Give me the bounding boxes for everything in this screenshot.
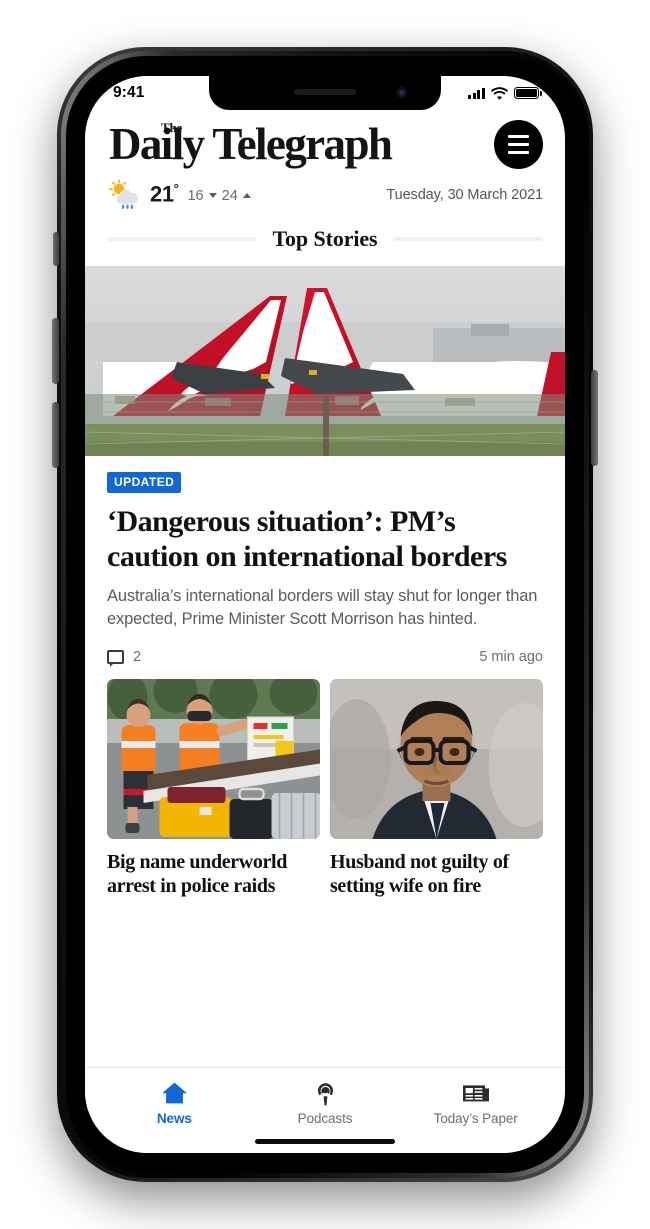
date-label: Tuesday, 30 March 2021 (386, 186, 543, 203)
newspaper-icon (462, 1080, 490, 1106)
arrow-up-icon (242, 193, 251, 198)
tab-podcasts[interactable]: Podcasts (250, 1068, 401, 1131)
lead-headline[interactable]: ‘Dangerous situation’: PM’s caution on i… (107, 504, 543, 575)
temp-value: 21 (150, 181, 174, 207)
tab-news-label: News (156, 1111, 192, 1126)
divider-left (107, 237, 258, 241)
divider-right (392, 237, 543, 241)
tab-todays-paper[interactable]: Today’s Paper (400, 1068, 551, 1131)
hamburger-menu-icon[interactable] (494, 120, 543, 169)
story-card-title[interactable]: Husband not guilty of setting wife on fi… (330, 850, 543, 899)
current-temperature: 21° (150, 181, 179, 207)
arrow-down-icon (208, 193, 217, 198)
weather-and-date-bar: 21° 16 24 Tuesday, 30 March 2021 (85, 169, 565, 210)
logo-main-text: Daily Telegraph (109, 119, 393, 169)
front-camera (396, 87, 407, 98)
battery-full-icon (514, 87, 542, 99)
logo-the-text: The (161, 120, 183, 135)
degree-symbol: ° (173, 181, 179, 197)
max-temperature: 24 (221, 187, 238, 204)
story-card-image[interactable] (107, 678, 320, 839)
timestamp: 5 min ago (479, 648, 543, 665)
section-header: Top Stories (85, 210, 565, 266)
comment-count: 2 (133, 648, 142, 665)
story-card-title[interactable]: Big name underworld arrest in police rai… (107, 850, 320, 899)
wifi-icon (491, 86, 508, 100)
lead-story[interactable]: UPDATED ‘Dangerous situation’: PM’s caut… (85, 456, 565, 679)
min-temperature: 16 (187, 187, 204, 204)
lead-meta: 2 5 min ago (107, 649, 543, 679)
story-card[interactable]: Big name underworld arrest in police rai… (107, 678, 320, 899)
lead-story-image[interactable] (85, 266, 565, 456)
section-title: Top Stories (272, 226, 378, 251)
podcast-microphone-icon (313, 1080, 338, 1106)
volume-up-button[interactable] (52, 318, 59, 384)
cellular-signal-icon (467, 87, 485, 99)
tab-news[interactable]: News (99, 1068, 250, 1131)
daily-telegraph-logo[interactable]: The Daily Telegraph (107, 119, 393, 169)
home-indicator[interactable] (255, 1139, 395, 1144)
temperature-range: 16 24 (187, 186, 251, 204)
volume-down-button[interactable] (52, 402, 59, 468)
comments-group[interactable]: 2 (107, 649, 141, 665)
masthead: The Daily Telegraph (85, 110, 565, 169)
tab-todays-paper-label: Today’s Paper (433, 1111, 518, 1126)
phone-screen: 9:41 The Daily Telegraph 21° 16 24 Tuesd… (85, 76, 565, 1153)
comment-bubble-icon (107, 649, 124, 664)
silent-switch-button[interactable] (53, 232, 59, 266)
status-indicators (467, 86, 542, 100)
tab-podcasts-label: Podcasts (297, 1111, 353, 1126)
screenshot-root: 9:41 The Daily Telegraph 21° 16 24 Tuesd… (0, 0, 650, 1229)
sun-behind-rain-cloud-icon (107, 179, 141, 210)
power-button[interactable] (591, 370, 598, 466)
status-time: 9:41 (113, 84, 145, 101)
notch (209, 76, 441, 110)
secondary-stories: Big name underworld arrest in police rai… (85, 678, 565, 899)
status-badge: UPDATED (107, 472, 182, 493)
home-icon (161, 1080, 188, 1106)
weather-widget[interactable]: 21° 16 24 (107, 179, 251, 210)
bottom-tab-bar: News Podcasts Today’s Paper (85, 1067, 565, 1153)
story-card[interactable]: Husband not guilty of setting wife on fi… (330, 678, 543, 899)
earpiece-speaker (294, 89, 356, 95)
story-card-image[interactable] (330, 678, 543, 839)
lead-standfirst: Australia’s international borders will s… (107, 587, 538, 629)
